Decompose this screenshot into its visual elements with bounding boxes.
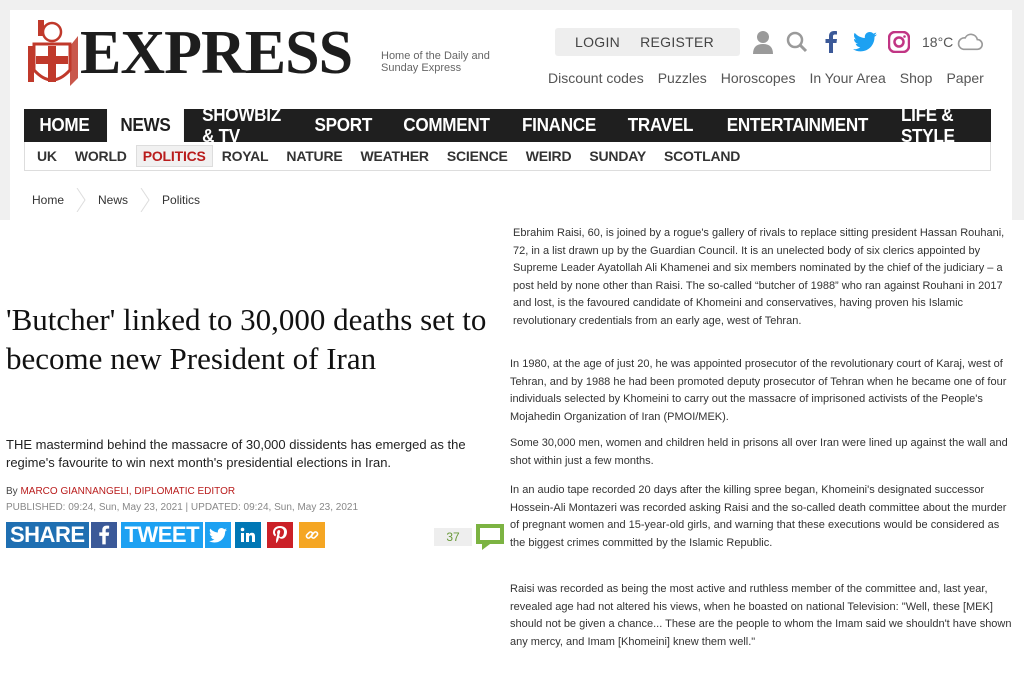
subnav-world[interactable]: WORLD	[66, 148, 136, 164]
breadcrumb-politics[interactable]: Politics	[154, 193, 208, 207]
util-link-shop[interactable]: Shop	[900, 70, 933, 86]
comment-count[interactable]: 37	[434, 528, 472, 546]
article-dates: PUBLISHED: 09:24, Sun, May 23, 2021 | UP…	[6, 502, 359, 513]
subnav-royal[interactable]: ROYAL	[213, 148, 278, 164]
nav-entertainment[interactable]: ENTERTAINMENT	[713, 109, 881, 142]
nav-home[interactable]: HOME	[26, 109, 103, 142]
article-headline: 'Butcher' linked to 30,000 deaths set to…	[6, 302, 487, 376]
nav-life-style[interactable]: LIFE & STYLE	[888, 105, 988, 146]
breadcrumb-news[interactable]: News	[90, 193, 136, 207]
breadcrumb-home[interactable]: Home	[24, 193, 72, 207]
brand-wordmark[interactable]: EXPRESS	[80, 18, 353, 88]
login-link[interactable]: LOGIN	[575, 34, 620, 50]
subnav-uk[interactable]: UK	[25, 148, 66, 164]
nav-sport[interactable]: SPORT	[301, 109, 385, 142]
util-link-horoscopes[interactable]: Horoscopes	[721, 70, 796, 86]
body-paragraph: Raisi was recorded as being the most act…	[510, 583, 1012, 648]
copy-link-icon[interactable]	[299, 522, 326, 548]
body-paragraph: Some 30,000 men, women and children held…	[510, 437, 1008, 467]
pinterest-share-icon[interactable]	[267, 522, 294, 548]
subnav-scotland[interactable]: SCOTLAND	[655, 148, 749, 164]
facebook-icon[interactable]	[818, 29, 844, 55]
chevron-right-icon	[76, 188, 86, 212]
author-link[interactable]: MARCO GIANNANGELI, DIPLOMATIC EDITOR	[20, 486, 235, 497]
top-icons: 18°C	[750, 29, 991, 55]
subnav-politics[interactable]: POLITICS	[135, 145, 213, 167]
linkedin-share-icon[interactable]	[235, 522, 262, 548]
subnav-nature[interactable]: NATURE	[277, 148, 351, 164]
account-bar: LOGIN REGISTER 18°C	[555, 28, 991, 56]
body-paragraph: In 1980, at the age of just 20, he was a…	[510, 358, 1007, 423]
subnav-weather[interactable]: WEATHER	[352, 148, 438, 164]
facebook-share-icon[interactable]	[90, 522, 117, 548]
login-register-box: LOGIN REGISTER	[555, 28, 740, 56]
nav-finance[interactable]: FINANCE	[509, 109, 610, 142]
nav-comment[interactable]: COMMENT	[390, 109, 503, 142]
body-paragraph: In an audio tape recorded 20 days after …	[510, 484, 1007, 549]
util-link-paper[interactable]: Paper	[946, 70, 983, 86]
main-nav: HOME NEWS SHOWBIZ & TV SPORT COMMENT FIN…	[24, 105, 991, 146]
util-link-in-your-area[interactable]: In Your Area	[809, 70, 885, 86]
twitter-share-icon[interactable]	[205, 522, 232, 548]
subnav-sunday[interactable]: SUNDAY	[580, 148, 655, 164]
register-link[interactable]: REGISTER	[640, 34, 714, 50]
utility-links: Discount codes Puzzles Horoscopes In You…	[548, 70, 998, 86]
share-bar: SHARE TWEET	[6, 522, 326, 548]
sub-nav: UK WORLD POLITICS ROYAL NATURE WEATHER S…	[24, 142, 991, 171]
crusader-logo-icon[interactable]	[24, 16, 80, 94]
twitter-icon[interactable]	[852, 29, 878, 55]
tweet-button[interactable]: TWEET	[120, 522, 204, 548]
subnav-science[interactable]: SCIENCE	[438, 148, 517, 164]
nav-travel[interactable]: TRAVEL	[614, 109, 706, 142]
temperature-readout: 18°C	[922, 34, 954, 50]
nav-news[interactable]: NEWS	[106, 109, 184, 142]
comment-bubble-icon[interactable]	[476, 524, 504, 550]
brand-tagline: Home of the Daily and Sunday Express	[381, 50, 490, 74]
cloud-icon	[957, 29, 984, 55]
body-paragraph: Ebrahim Raisi, 60, is joined by a rogue'…	[513, 227, 1005, 327]
byline-prefix: By	[6, 486, 18, 497]
share-button[interactable]: SHARE	[6, 522, 89, 548]
util-link-discount-codes[interactable]: Discount codes	[548, 70, 644, 86]
user-icon[interactable]	[750, 29, 776, 55]
subnav-weird[interactable]: WEIRD	[517, 148, 581, 164]
article-standfirst: THE mastermind behind the massacre of 30…	[6, 437, 466, 470]
comments-widget[interactable]: 37	[434, 524, 504, 550]
instagram-icon[interactable]	[886, 29, 912, 55]
nav-showbiz-tv[interactable]: SHOWBIZ & TV	[188, 105, 295, 146]
util-link-puzzles[interactable]: Puzzles	[658, 70, 707, 86]
article-byline: By MARCO GIANNANGELI, DIPLOMATIC EDITOR	[6, 486, 235, 497]
chevron-right-icon	[140, 188, 150, 212]
search-icon[interactable]	[784, 29, 810, 55]
breadcrumb: Home News Politics	[24, 186, 208, 214]
